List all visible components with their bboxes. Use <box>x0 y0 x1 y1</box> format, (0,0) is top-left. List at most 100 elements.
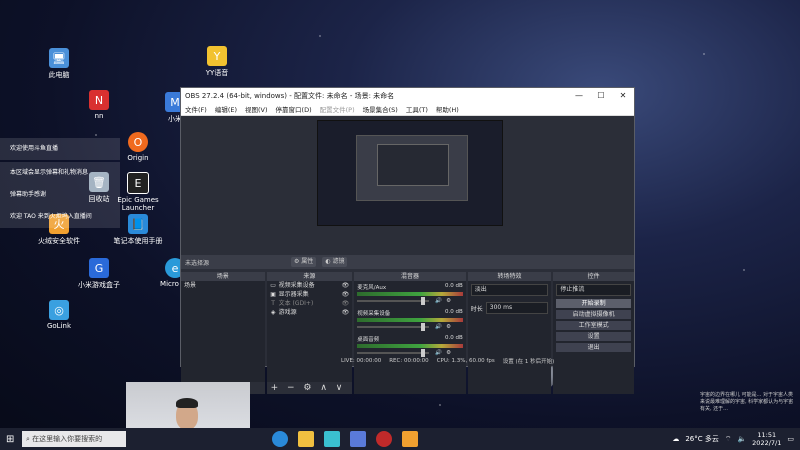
obs-icon[interactable] <box>376 431 392 447</box>
notification-item: 欢迎 TAO 来到火炬坞入直播间 <box>0 206 120 228</box>
desktop-icon-yy[interactable]: Y YY语音 <box>182 46 252 78</box>
transitions-header: 转场特效 <box>467 272 552 281</box>
mixer-dock: 混音器 麦克风/Aux 0.0 dB 🔊 ⚙ 视频采集设备 0.0 dB 🔊 ⚙ 桌面音… <box>354 272 466 394</box>
sources-toolbar[interactable]: + − ⚙ ∧ ∨ <box>266 382 353 394</box>
menu-edit[interactable]: 编辑(E) <box>215 104 237 114</box>
app-icon[interactable] <box>324 431 340 447</box>
window-title: OBS 27.2.4 (64-bit, windows) - 配置文件: 未命名… <box>185 91 395 100</box>
desktop-icon-golink[interactable]: ◎ GoLink <box>24 300 94 330</box>
windows-start-icon[interactable]: ⊞ <box>6 434 14 445</box>
gear-icon[interactable]: ⚙ <box>446 324 451 330</box>
system-tray: ☁ 26°C 多云 ⌔ 🔈 11:51 2022/7/1 ▭ <box>672 428 794 450</box>
volume-meter <box>357 318 463 322</box>
menu-profile[interactable]: 配置文件(P) <box>320 104 355 114</box>
speaker-icon[interactable]: 🔊 <box>435 324 442 330</box>
mixer-channel: 视频采集设备 0.0 dB 🔊 ⚙ <box>357 309 463 331</box>
monitor-icon: ▭ <box>270 282 276 289</box>
volume-meter <box>357 344 463 348</box>
menu-tools[interactable]: 工具(T) <box>406 104 428 114</box>
source-item[interactable]: ▭ 视频采集设备 👁 <box>267 281 353 290</box>
source-item[interactable]: T 文本 (GDI+) 👁 <box>267 299 353 308</box>
menu-view[interactable]: 视图(V) <box>245 104 268 114</box>
maximize-button[interactable]: ☐ <box>590 91 612 100</box>
computer-icon: 🖥 <box>49 48 69 68</box>
gamepad-icon: ◈ <box>270 309 276 316</box>
game-box-icon: G <box>89 258 109 278</box>
preview-area: 未选择源 ⚙ 属性 ◐ 滤镜 场景 场景 + − ∧ ∨ 来源 ▭视频采集设备👁… <box>181 116 634 394</box>
live-status: LIVE: 00:00:00 <box>341 358 382 364</box>
menu-file[interactable]: 文件(F) <box>185 104 207 114</box>
controls-header: 控件 <box>553 272 634 281</box>
menu-docks[interactable]: 停靠窗口(D) <box>276 104 312 114</box>
menu-bar: 文件(F) 编辑(E) 视图(V) 停靠窗口(D) 配置文件(P) 场景集合(S… <box>181 103 634 116</box>
stream-select[interactable]: 停止推流 <box>556 284 631 296</box>
app-icon[interactable] <box>402 431 418 447</box>
notification-item: 本区域会显示弹幕和礼物消息 <box>0 162 120 184</box>
volume-slider[interactable] <box>357 349 430 357</box>
cpu-status: CPU: 1.3%, 60.00 fps <box>436 358 495 364</box>
scene-item[interactable]: 场景 <box>181 281 265 290</box>
desktop-icon-this-pc[interactable]: 🖥 此电脑 <box>24 48 94 80</box>
close-button[interactable]: ✕ <box>612 91 634 100</box>
display-icon: ▣ <box>270 291 276 298</box>
eye-icon[interactable]: 👁 <box>342 299 350 308</box>
duration-label: 时长 <box>470 305 483 313</box>
file-explorer-icon[interactable] <box>298 431 314 447</box>
transition-select[interactable]: 淡出 <box>470 284 549 296</box>
weather-icon[interactable]: ☁ <box>672 435 679 443</box>
notification-center-icon[interactable]: ▭ <box>787 435 794 443</box>
source-item[interactable]: ▣ 显示器采集 👁 <box>267 290 353 299</box>
sources-dock: 来源 ▭ 视频采集设备 👁 ▣ 显示器采集 👁 T 文本 (GDI+) 👁 ◈ 游戏源 👁 + … <box>266 272 353 394</box>
edge-icon[interactable] <box>272 431 288 447</box>
menu-help[interactable]: 帮助(H) <box>436 104 459 114</box>
filters-button[interactable]: ◐ 滤镜 <box>322 257 348 267</box>
eye-icon[interactable]: 👁 <box>342 290 350 299</box>
virtual-camera-button[interactable]: 启动虚拟摄像机 <box>556 310 631 319</box>
desktop-icon-game-box[interactable]: G 小米游戏盒子 <box>64 258 134 290</box>
eye-icon[interactable]: 👁 <box>342 308 350 317</box>
search-input[interactable]: ⌕ 在这里输入你要搜索的 <box>22 431 126 447</box>
rec-status: REC: 00:00:00 <box>389 358 429 364</box>
sources-header: 来源 <box>266 272 353 281</box>
menu-scene-collection[interactable]: 场景集合(S) <box>363 104 398 114</box>
volume-meter <box>357 292 463 296</box>
notification-item: 弹幕助手感谢 <box>0 184 120 206</box>
text-icon: T <box>271 300 275 307</box>
settings-button[interactable]: 设置 <box>556 332 631 341</box>
mixer-channel: 麦克风/Aux 0.0 dB 🔊 ⚙ <box>357 283 463 305</box>
golink-icon: ◎ <box>49 300 69 320</box>
network-icon[interactable]: ⌔ <box>725 435 732 444</box>
studio-mode-button[interactable]: 工作室模式 <box>556 321 631 330</box>
canvas-preview[interactable] <box>317 120 503 226</box>
mixer-header: 混音器 <box>354 272 466 281</box>
minimize-button[interactable]: — <box>568 91 590 100</box>
person-hair <box>176 398 198 408</box>
no-source-label: 未选择源 <box>185 259 210 267</box>
status-bar: LIVE: 00:00:00 REC: 00:00:00 CPU: 1.3%, … <box>341 356 633 366</box>
notification-item: 欢迎使用斗鱼直播 <box>0 138 120 160</box>
context-bar: 未选择源 ⚙ 属性 ◐ 滤镜 <box>181 255 634 269</box>
transitions-dock: 转场特效 淡出 时长 300 ms <box>467 272 552 394</box>
volume-icon[interactable]: 🔈 <box>737 435 746 443</box>
source-item[interactable]: ◈ 游戏源 👁 <box>267 308 353 317</box>
stream-state: 设置 (在 1 秒后开始) <box>502 359 555 365</box>
volume-slider[interactable] <box>357 297 430 305</box>
dock-area: 场景 场景 + − ∧ ∨ 来源 ▭视频采集设备👁 ▣显示器采集👁 T文本 (G… <box>181 272 634 394</box>
controls-dock: 控件 停止推流 开始录制 启动虚拟摄像机 工作室模式 设置 退出 <box>553 272 634 394</box>
gear-icon[interactable]: ⚙ <box>446 298 451 304</box>
volume-slider[interactable] <box>357 323 430 331</box>
obs-window: OBS 27.2.4 (64-bit, windows) - 配置文件: 未命名… <box>180 87 635 394</box>
exit-button[interactable]: 退出 <box>556 343 631 352</box>
properties-button[interactable]: ⚙ 属性 <box>291 257 317 267</box>
clock[interactable]: 11:51 2022/7/1 <box>752 431 781 447</box>
app-icon[interactable] <box>350 431 366 447</box>
speaker-icon[interactable]: 🔊 <box>435 298 442 304</box>
weather-text[interactable]: 26°C 多云 <box>685 434 719 444</box>
nested-preview <box>356 135 468 201</box>
manual-icon: 📘 <box>128 214 148 234</box>
eye-icon[interactable]: 👁 <box>342 281 350 290</box>
start-recording-button[interactable]: 开始录制 <box>556 299 631 308</box>
duration-input[interactable]: 300 ms <box>485 302 549 314</box>
desktop-icon-nn[interactable]: N nn <box>64 90 134 120</box>
nested-preview-inner <box>377 144 449 186</box>
